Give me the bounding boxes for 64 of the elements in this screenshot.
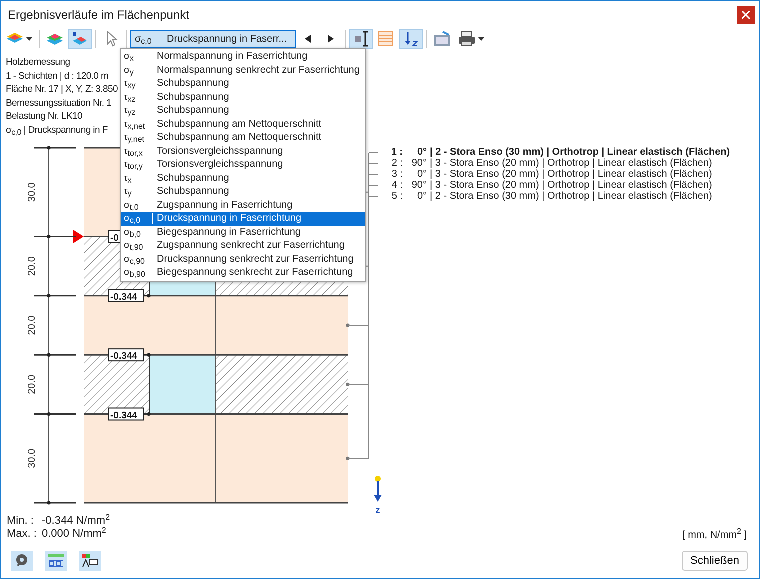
layer-legend-row-text: 5 : 0° | 2 - Stora Enso (30 mm) | Orthotrop | Linear elastisch (Flächen) xyxy=(390,191,714,202)
thickness-label: 30.0 xyxy=(27,448,38,468)
summary-value: -0.344 N/mm$^{2}$ xyxy=(42,515,110,527)
menu-item[interactable]: σ$_{c,90}$ Druckspannung senkrecht zur Faserrichtung xyxy=(121,252,365,266)
info-text: Bemessungssituation Nr. 1 xyxy=(6,96,112,110)
menu-item[interactable]: σ$_{y}$ Normalspannung senkrecht zur Faserrichtung xyxy=(121,64,365,77)
close-dialog-button[interactable]: Schließen xyxy=(682,551,748,571)
thickness-label: 20.0 xyxy=(27,256,38,276)
info-text: Belastung Nr. LK10 xyxy=(6,110,82,124)
info-text: 1 - Schichten | d : 120.0 m xyxy=(6,70,109,83)
summary-label: Min. : xyxy=(7,515,35,528)
layer-legend-row-text: 3 : 0° | 3 - Stora Enso (20 mm) | Orthotrop | Linear elastisch (Flächen) xyxy=(390,169,714,180)
layer-legend-row-text: 1 : 0° | 2 - Stora Enso (30 mm) | Orthotrop | Linear elastisch (Flächen) xyxy=(390,147,730,158)
menu-item[interactable]: τ$_{x,net}$ Schubspannung am Nettoquerschnitt xyxy=(121,118,365,131)
z-axis-label: z xyxy=(376,505,380,513)
window-title: Ergebnisverläufe im Flächenpunkt xyxy=(8,8,190,22)
layer-legend-row-text: 2 : 90° | 3 - Stora Enso (20 mm) | Orthotrop | Linear elastisch (Flächen) xyxy=(390,158,714,169)
menu-item[interactable]: τ$_{yz}$ Schubspannung xyxy=(121,104,365,118)
menu-item[interactable]: τ$_{xy}$ Schubspannung xyxy=(121,77,365,90)
stress-value-label: -0.344 xyxy=(108,289,151,303)
units-text: [ mm, N/mm$^{2}$ ] xyxy=(682,530,747,541)
next-icon xyxy=(328,35,334,43)
printer-icon xyxy=(458,31,476,47)
stress-value-label: -0.344 xyxy=(108,408,151,422)
stress-value-label: -0.344 xyxy=(108,348,151,362)
info-text: σ$_{c,0}$ | Druckspannung in F xyxy=(6,124,108,137)
thickness-label: 20.0 xyxy=(27,374,38,394)
menu-item[interactable]: τ$_{tor,y}$ Torsionsvergleichsspannung xyxy=(121,158,365,172)
numbered-layers-icon xyxy=(71,31,89,47)
layer-legend-row-text: 4 : 90° | 3 - Stora Enso (20 mm) | Orthotrop | Linear elastisch (Flächen) xyxy=(390,180,714,191)
menu-item[interactable]: σ$_{t,90}$ Zugspannung senkrecht zur Faserrichtung xyxy=(121,239,365,252)
info-text: Fläche Nr. 17 | X, Y, Z: 3.850 xyxy=(6,83,118,96)
stress-type-dropdown[interactable]: σ$_{c,0}$ Druckspannung in Faserr... xyxy=(130,30,296,48)
dimension-icon xyxy=(352,31,370,47)
menu-item[interactable]: σ$_{b,90}$ Biegespannung senkrecht zur Faserrichtung xyxy=(121,266,365,280)
color-layers-icon xyxy=(46,31,64,47)
help-icon xyxy=(15,554,29,568)
summary-label: Max. : xyxy=(7,528,38,541)
z-axis-arrow xyxy=(374,476,382,502)
menu-item[interactable]: σ$_{t,0}$ Zugspannung in Faserrichtung xyxy=(121,198,365,212)
info-text: Holzbemessung xyxy=(6,56,70,70)
decimal-places-icon xyxy=(47,553,65,569)
menu-item[interactable]: τ$_{y}$ Schubspannung xyxy=(121,185,365,198)
label-settings-icon xyxy=(81,553,99,569)
layer-grid-icon xyxy=(377,31,395,47)
close-icon xyxy=(742,10,750,18)
menu-item[interactable]: σ$_{c,0}$ Druckspannung in Faserrichtung xyxy=(121,212,365,226)
toolbar-button[interactable] xyxy=(349,29,373,49)
menu-item[interactable]: τ$_{x}$ Schubspannung xyxy=(121,172,365,185)
table-icon xyxy=(433,31,451,47)
menu-item[interactable]: σ$_{b,0}$ Biegespannung in Faserrichtung xyxy=(121,226,365,239)
footer-tool-button[interactable] xyxy=(79,551,101,571)
thickness-label: 30.0 xyxy=(27,182,38,202)
menu-item[interactable]: τ$_{xz}$ Schubspannung xyxy=(121,90,365,104)
previous-icon xyxy=(305,35,311,43)
menu-item[interactable]: τ$_{y,net}$ Schubspannung am Nettoquerschnitt xyxy=(121,131,365,144)
z-axis-icon xyxy=(402,31,420,47)
menu-item[interactable]: τ$_{tor,x}$ Torsionsvergleichsspannung xyxy=(121,144,365,158)
toolbar-button[interactable] xyxy=(399,29,423,49)
close-button[interactable] xyxy=(737,6,755,24)
toolbar-button[interactable] xyxy=(68,29,92,49)
thickness-label: 20.0 xyxy=(27,316,38,336)
menu-item[interactable]: σ$_{x}$ Normalspannung in Faserrichtung xyxy=(121,50,365,64)
summary-value: 0.000 N/mm$^{2}$ xyxy=(42,528,106,541)
